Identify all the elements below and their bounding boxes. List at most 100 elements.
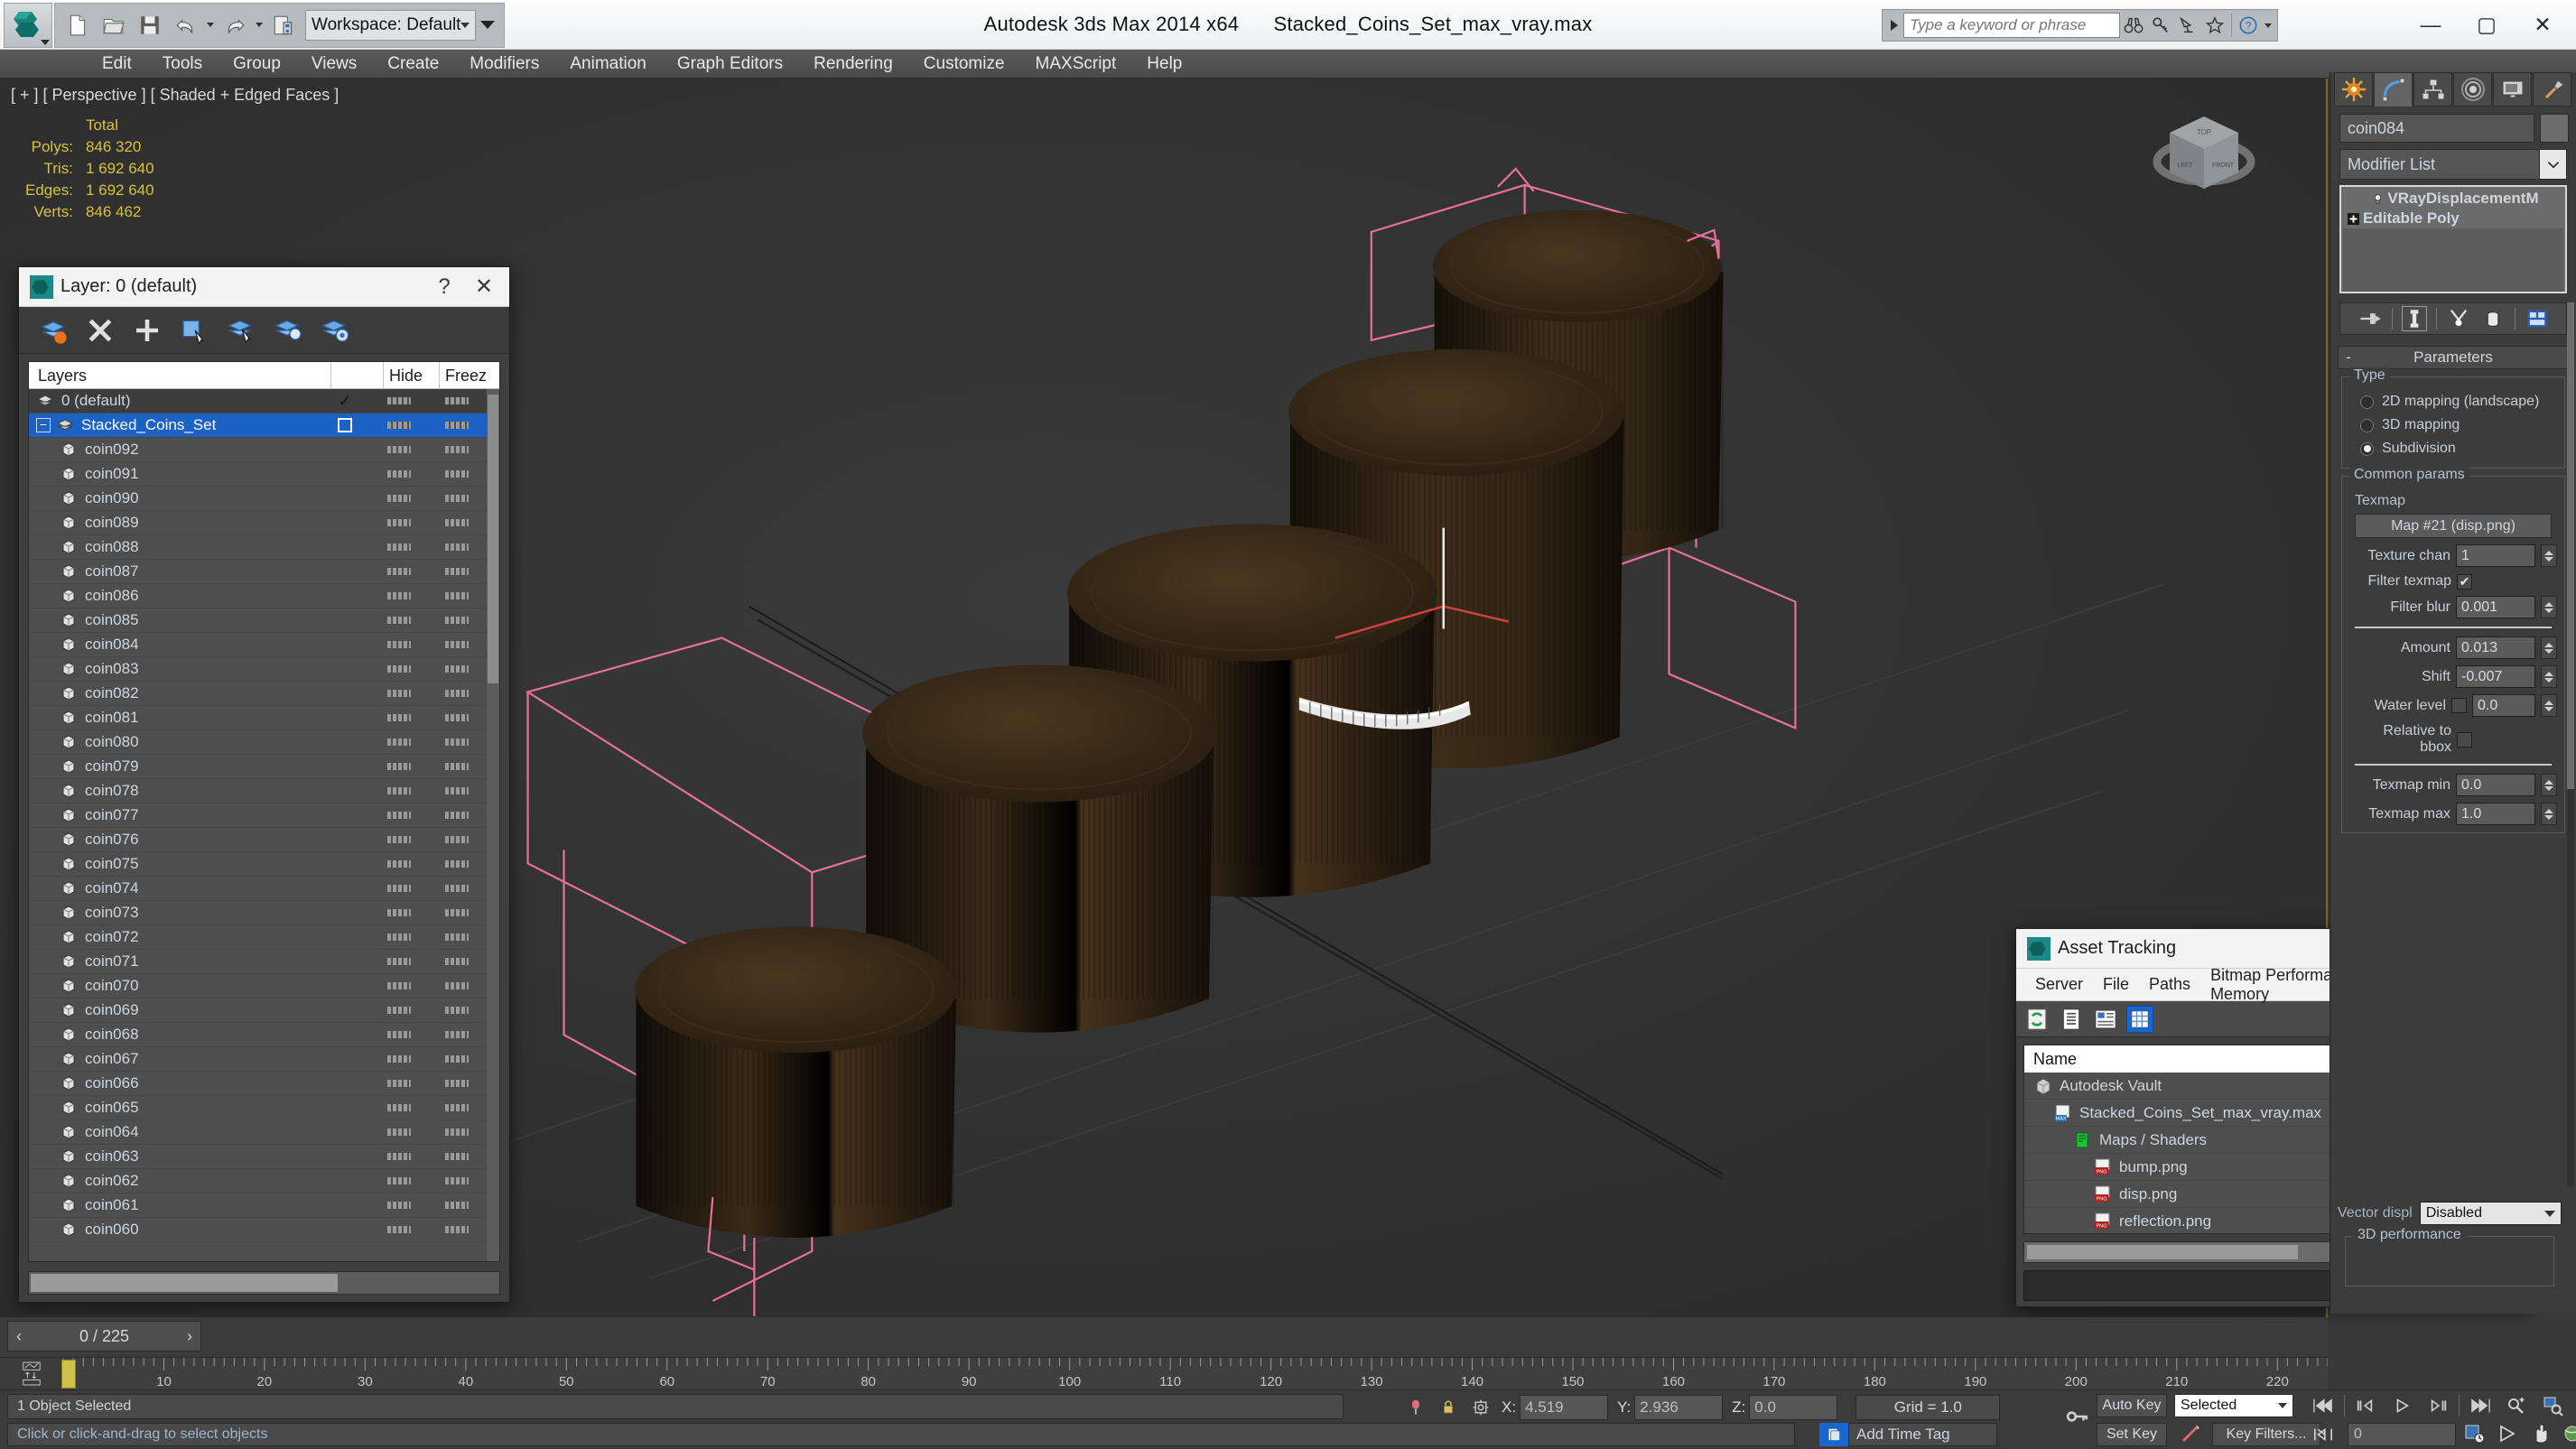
layer-row[interactable]: coin072 (29, 925, 487, 950)
field-input[interactable]: -0.007 (2456, 665, 2535, 688)
list-view-icon[interactable] (2058, 1006, 2085, 1033)
layer-row-name-cell[interactable]: coin061 (29, 1196, 319, 1214)
radio-3d-mapping[interactable]: 3D mapping (2349, 413, 2557, 437)
layer-freeze-cell[interactable] (427, 1226, 487, 1233)
modifier-stack[interactable]: VRayDisplacementM Editable Poly (2339, 185, 2567, 293)
previous-frame-icon[interactable] (2350, 1392, 2381, 1419)
layer-hide-cell[interactable] (371, 860, 427, 868)
default-in-out-tangent-icon[interactable] (2178, 1423, 2207, 1446)
menu-item-animation[interactable]: Animation (554, 50, 662, 79)
frame-indicator[interactable]: ‹ 0 / 225 › (7, 1321, 201, 1351)
layer-hide-cell[interactable] (371, 690, 427, 697)
layer-row-name-cell[interactable]: 0 (default) (29, 392, 319, 410)
set-key-button[interactable]: Set Key (2097, 1423, 2167, 1446)
layer-row-name-cell[interactable]: coin078 (29, 782, 319, 800)
layer-row[interactable]: coin073 (29, 901, 487, 925)
undo-dropdown-caret[interactable] (204, 7, 217, 43)
add-layer-icon[interactable] (133, 316, 162, 345)
layer-row-name-cell[interactable]: − Stacked_Coins_Set (29, 416, 319, 434)
layer-row[interactable]: coin075 (29, 852, 487, 877)
layer-hide-cell[interactable] (371, 885, 427, 892)
layer-row-name-cell[interactable]: coin070 (29, 977, 319, 995)
pin-icon[interactable] (1404, 1396, 1427, 1419)
layer-hide-cell[interactable] (371, 641, 427, 648)
layer-hide-cell[interactable] (371, 763, 427, 770)
layer-row-name-cell[interactable]: coin064 (29, 1123, 319, 1141)
layer-freeze-cell[interactable] (427, 1080, 487, 1087)
add-time-tag-label[interactable]: Add Time Tag (1848, 1423, 1997, 1446)
layer-row-name-cell[interactable]: coin084 (29, 636, 319, 654)
save-file-icon[interactable] (132, 7, 168, 43)
pan-view-icon[interactable] (2494, 1421, 2521, 1446)
object-name-field[interactable]: coin084 (2339, 114, 2534, 143)
filter-texmap-checkbox[interactable]: ✔ (2457, 573, 2472, 590)
layer-row-name-cell[interactable]: coin090 (29, 489, 319, 507)
layer-row-name-cell[interactable]: coin091 (29, 465, 319, 483)
layer-row-name-cell[interactable]: coin069 (29, 1001, 319, 1019)
layer-row-name-cell[interactable]: coin060 (29, 1221, 319, 1239)
play-animation-icon[interactable] (2386, 1392, 2417, 1419)
next-frame-icon[interactable] (2423, 1392, 2453, 1419)
layer-row[interactable]: coin080 (29, 730, 487, 755)
layer-row-name-cell[interactable]: coin080 (29, 733, 319, 751)
radio-dot[interactable] (2360, 418, 2374, 432)
layer-active-marker[interactable] (319, 418, 371, 432)
layer-row[interactable]: coin064 (29, 1120, 487, 1145)
field-input[interactable]: 0.001 (2456, 596, 2535, 618)
prev-frame-arrow[interactable]: ‹ (8, 1327, 30, 1346)
layer-hide-cell[interactable] (371, 1129, 427, 1136)
layer-row[interactable]: coin065 (29, 1096, 487, 1120)
minimize-button[interactable]: — (2403, 5, 2459, 46)
viewcube-icon[interactable]: TOP LEFT FRONT (2145, 106, 2263, 205)
asset-menu-file[interactable]: File (2093, 975, 2139, 994)
layer-hscroll-thumb[interactable] (31, 1274, 338, 1292)
rollout-collapse-icon[interactable]: - (2339, 348, 2358, 367)
layer-row-name-cell[interactable]: coin086 (29, 587, 319, 605)
utilities-tab-icon[interactable] (2533, 72, 2571, 107)
field-input[interactable]: 0.013 (2456, 636, 2535, 659)
field-input[interactable]: 1.0 (2456, 803, 2535, 825)
field-input[interactable]: 0.0 (2472, 694, 2535, 717)
layer-row-name-cell[interactable]: coin066 (29, 1074, 319, 1092)
next-frame-arrow[interactable]: › (179, 1327, 200, 1346)
layer-scroll-thumb[interactable] (488, 395, 498, 683)
track-bar-open-mini-curve-editor[interactable] (0, 1358, 63, 1390)
layer-row[interactable]: coin070 (29, 974, 487, 999)
workspace-dropdown-button[interactable] (476, 10, 499, 41)
coord-x-field[interactable]: 4.519 (1520, 1395, 1609, 1420)
search-expand-icon[interactable] (1885, 12, 1903, 39)
asset-menu-paths[interactable]: Paths (2139, 975, 2200, 994)
layer-dialog[interactable]: Layer: 0 (default) ? ✕ Layers Hide Freez… (18, 266, 510, 1303)
key-mode-toggle-icon[interactable] (2308, 1421, 2339, 1448)
absolute-mode-icon[interactable] (1469, 1396, 1493, 1419)
layer-hide-cell[interactable] (371, 909, 427, 916)
spinner[interactable] (2541, 774, 2557, 796)
plus-expander-icon[interactable] (2343, 212, 2363, 225)
layer-row-name-cell[interactable]: coin085 (29, 611, 319, 629)
new-file-icon[interactable] (60, 7, 96, 43)
layer-hide-cell[interactable] (371, 1080, 427, 1087)
layer-row-name-cell[interactable]: coin063 (29, 1147, 319, 1166)
layer-row-name-cell[interactable]: coin077 (29, 806, 319, 824)
asset-menu-server[interactable]: Server (2025, 975, 2093, 994)
field-input[interactable]: 1 (2456, 544, 2535, 567)
close-button[interactable]: ✕ (2515, 5, 2571, 46)
layer-row[interactable]: coin077 (29, 803, 487, 828)
menu-item-graph-editors[interactable]: Graph Editors (662, 50, 798, 79)
layer-freeze-cell[interactable] (427, 1007, 487, 1014)
zoom-time-icon[interactable] (2501, 1392, 2532, 1419)
layer-row[interactable]: coin068 (29, 1023, 487, 1047)
layer-freeze-cell[interactable] (427, 422, 487, 429)
menu-item-views[interactable]: Views (296, 50, 372, 79)
layer-hide-cell[interactable] (371, 1007, 427, 1014)
texmap-button[interactable]: Map #21 (disp.png) (2355, 514, 2552, 538)
layer-freeze-cell[interactable] (427, 1202, 487, 1209)
highlight-selected-objects-icon[interactable] (274, 316, 302, 345)
layer-hide-cell[interactable] (371, 812, 427, 819)
key-filters-button[interactable]: Key Filters... (2212, 1423, 2320, 1446)
search-box[interactable] (1903, 13, 2120, 38)
layer-hide-cell[interactable] (371, 1104, 427, 1111)
layer-expander[interactable]: − (36, 418, 51, 432)
layer-row[interactable]: coin084 (29, 633, 487, 657)
layer-freeze-cell[interactable] (427, 397, 487, 404)
